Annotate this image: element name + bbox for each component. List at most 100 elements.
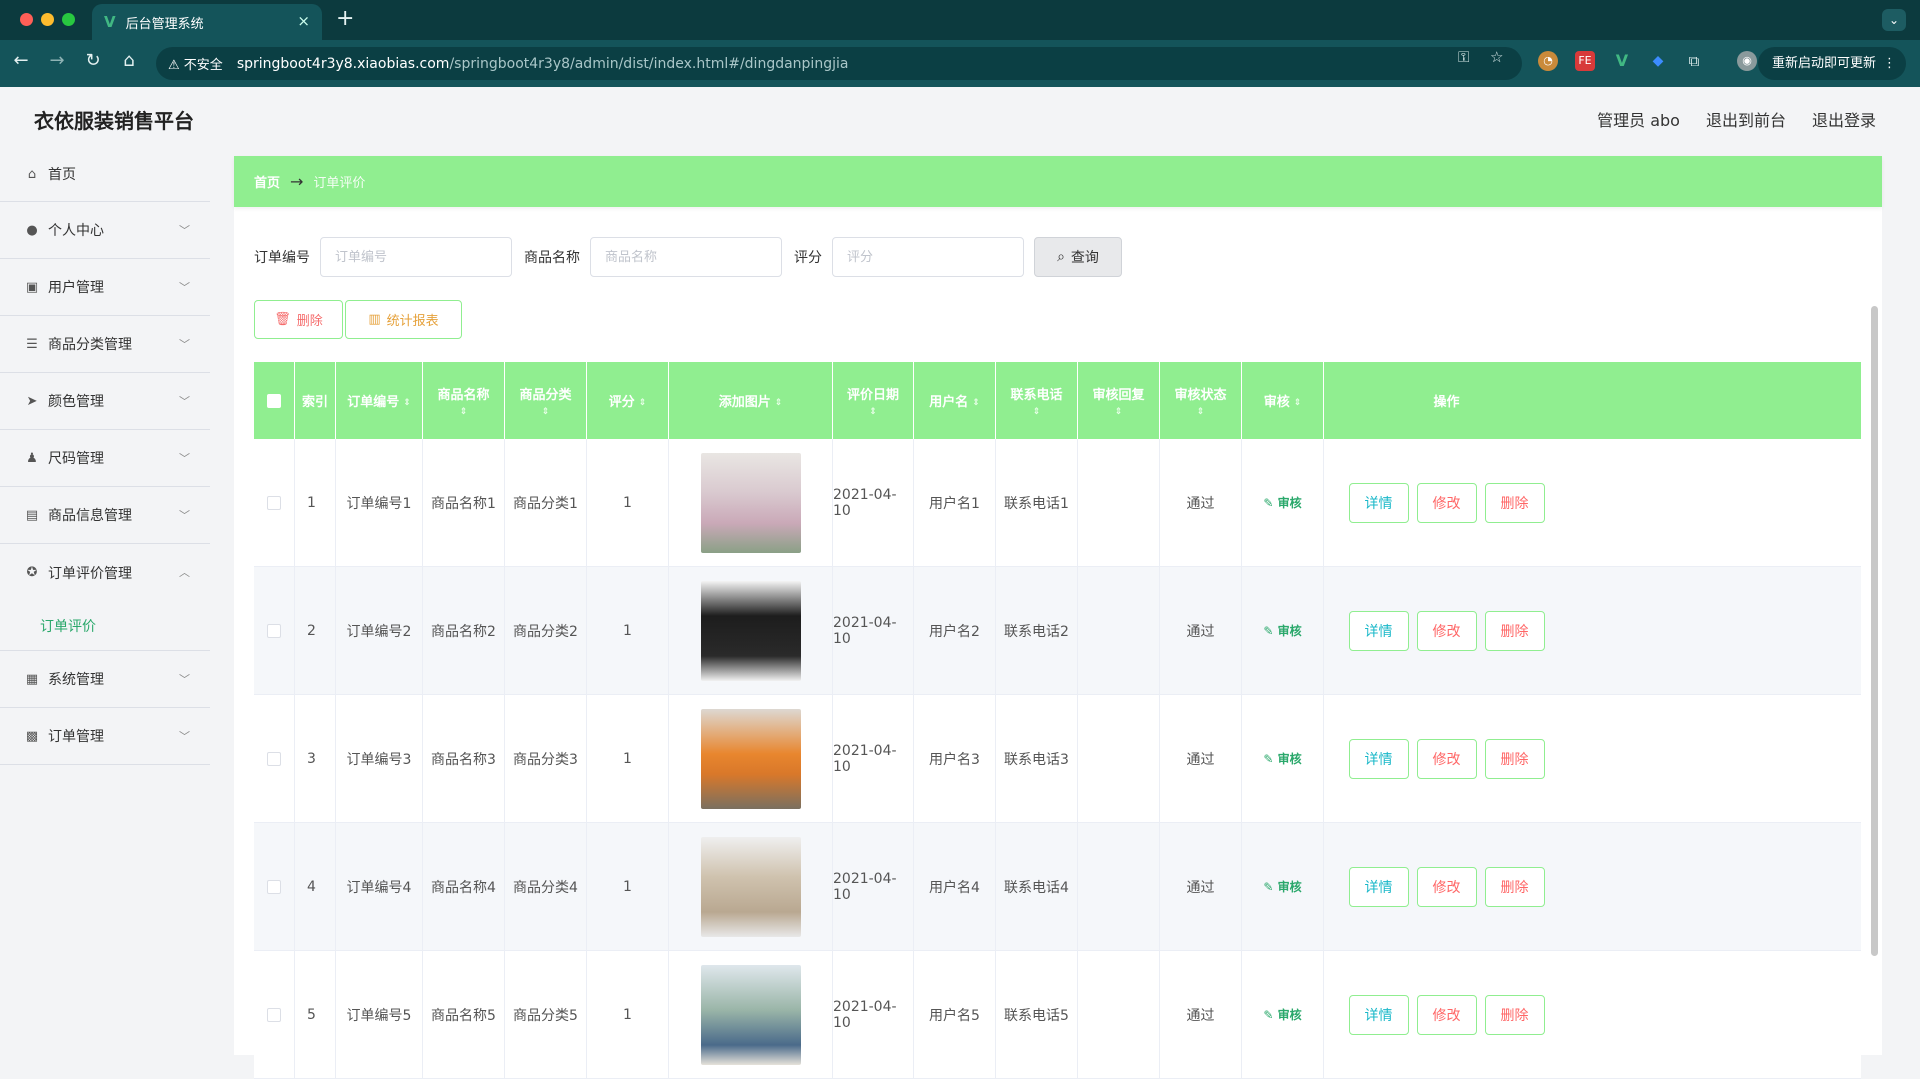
product-photo[interactable] (700, 580, 801, 681)
detail-button[interactable]: 详情 (1348, 610, 1409, 651)
breadcrumb-home[interactable]: 首页 (254, 172, 280, 191)
column-header-image[interactable]: 添加图片 ⇕ (669, 362, 833, 439)
extension-vue-icon[interactable]: V (1612, 51, 1632, 71)
address-bar[interactable]: ⚠ 不安全 springboot4r3y8.xiaobias.com/sprin… (156, 47, 1522, 80)
bookmark-star-icon[interactable]: ☆ (1490, 48, 1503, 66)
select-all-header[interactable] (254, 362, 295, 439)
detail-button[interactable]: 详情 (1348, 738, 1409, 779)
edit-button[interactable]: 修改 (1416, 610, 1477, 651)
product-photo[interactable] (700, 964, 801, 1065)
reload-icon[interactable]: ↻ (80, 50, 106, 71)
column-header-product-name[interactable]: 商品名称 ⇕ (423, 362, 505, 439)
delete-button[interactable]: 删除 (1484, 994, 1545, 1035)
password-key-icon[interactable]: ⚿ (1458, 48, 1469, 66)
column-header-category[interactable]: 商品分类 ⇕ (505, 362, 587, 439)
sidebar-item-personal-center[interactable]: ● 个人中心 ﹀ (0, 202, 210, 259)
vertical-scrollbar[interactable] (1871, 306, 1878, 956)
sort-icon[interactable]: ⇕ (869, 407, 877, 417)
delete-button[interactable]: 删除 (1484, 738, 1545, 779)
column-header-review-date[interactable]: 评价日期 ⇕ (833, 362, 914, 439)
product-photo[interactable] (700, 836, 801, 937)
score-input[interactable] (832, 237, 1024, 277)
sidebar-item-user-management[interactable]: ▣ 用户管理 ﹀ (0, 259, 210, 316)
audit-link[interactable]: ✎ 审核 (1263, 494, 1301, 511)
column-header-score[interactable]: 评分 ⇕ (587, 362, 669, 439)
sidebar-item-size-management[interactable]: ♟ 尺码管理 ﹀ (0, 430, 210, 487)
sort-icon[interactable]: ⇕ (1197, 407, 1205, 417)
forward-icon[interactable]: → (44, 50, 70, 71)
browser-tab[interactable]: V 后台管理系统 × (92, 4, 322, 40)
column-header-username[interactable]: 用户名 ⇕ (914, 362, 996, 439)
product-photo[interactable] (700, 708, 801, 809)
order-number-input[interactable] (320, 237, 512, 277)
sort-icon[interactable]: ⇕ (1294, 398, 1302, 408)
edit-button[interactable]: 修改 (1416, 738, 1477, 779)
delete-button[interactable]: 删除 (1484, 866, 1545, 907)
detail-button[interactable]: 详情 (1348, 482, 1409, 523)
audit-link[interactable]: ✎ 审核 (1263, 750, 1301, 767)
sort-icon[interactable]: ⇕ (972, 398, 980, 408)
edit-button[interactable]: 修改 (1416, 994, 1477, 1035)
extension-avatar-icon[interactable]: ◔ (1538, 51, 1558, 71)
row-checkbox[interactable] (267, 495, 281, 510)
audit-label: 审核 (1277, 1008, 1302, 1022)
product-name-input[interactable] (590, 237, 782, 277)
extension-fe-icon[interactable]: FE (1575, 51, 1595, 71)
column-header-audit-reply[interactable]: 审核回复 ⇕ (1078, 362, 1160, 439)
extension-diamond-icon[interactable]: ◆ (1648, 51, 1668, 71)
column-header-audit-status[interactable]: 审核状态 ⇕ (1160, 362, 1242, 439)
exit-to-frontend-link[interactable]: 退出到前台 (1706, 107, 1786, 131)
audit-link[interactable]: ✎ 审核 (1263, 622, 1301, 639)
batch-delete-button[interactable]: 🗑 删除 (254, 300, 343, 339)
sidebar-item-order-management[interactable]: ▩ 订单管理 ﹀ (0, 708, 210, 765)
detail-button[interactable]: 详情 (1348, 994, 1409, 1035)
row-checkbox[interactable] (267, 623, 281, 638)
sort-icon[interactable]: ⇕ (542, 407, 550, 417)
row-checkbox[interactable] (267, 751, 281, 766)
close-window-icon[interactable] (20, 13, 33, 26)
extensions-puzzle-icon[interactable]: ⧉ (1684, 51, 1704, 71)
row-checkbox[interactable] (267, 1007, 281, 1022)
minimize-window-icon[interactable] (41, 13, 54, 26)
sort-icon[interactable]: ⇕ (775, 398, 783, 408)
more-menu-icon[interactable]: ⋮ (1883, 47, 1896, 80)
product-photo[interactable] (700, 452, 801, 553)
tab-search-icon[interactable]: ⌄ (1882, 9, 1906, 31)
edit-button[interactable]: 修改 (1416, 866, 1477, 907)
profile-avatar-icon[interactable]: ◉ (1737, 51, 1757, 71)
sidebar-item-color-management[interactable]: ➤ 颜色管理 ﹀ (0, 373, 210, 430)
row-checkbox-cell (254, 567, 295, 694)
sidebar-item-system-management[interactable]: ▦ 系统管理 ﹀ (0, 651, 210, 708)
maximize-window-icon[interactable] (62, 13, 75, 26)
delete-button[interactable]: 删除 (1484, 482, 1545, 523)
update-button[interactable]: 重新启动即可更新 ⋮ (1757, 47, 1906, 80)
delete-button[interactable]: 删除 (1484, 610, 1545, 651)
new-tab-button[interactable]: + (336, 7, 354, 31)
sort-icon[interactable]: ⇕ (639, 398, 647, 408)
select-all-checkbox[interactable] (267, 393, 281, 408)
audit-link[interactable]: ✎ 审核 (1263, 878, 1301, 895)
query-button[interactable]: ⌕ 查询 (1034, 237, 1122, 277)
sidebar-item-review-management[interactable]: ✪ 订单评价管理 ︿ (0, 544, 210, 601)
not-secure-badge[interactable]: ⚠ 不安全 (168, 54, 223, 73)
sort-icon[interactable]: ⇕ (460, 407, 468, 417)
back-icon[interactable]: ← (8, 50, 34, 71)
audit-link[interactable]: ✎ 审核 (1263, 1006, 1301, 1023)
row-checkbox[interactable] (267, 879, 281, 894)
column-header-phone[interactable]: 联系电话 ⇕ (996, 362, 1078, 439)
sidebar-subitem-order-review[interactable]: 订单评价 (0, 601, 210, 651)
logout-link[interactable]: 退出登录 (1812, 107, 1876, 131)
column-header-order-number[interactable]: 订单编号 ⇕ (336, 362, 423, 439)
sidebar-item-category-management[interactable]: ☰ 商品分类管理 ﹀ (0, 316, 210, 373)
detail-button[interactable]: 详情 (1348, 866, 1409, 907)
column-header-audit[interactable]: 审核 ⇕ (1242, 362, 1324, 439)
tab-close-icon[interactable]: × (297, 12, 310, 30)
sort-icon[interactable]: ⇕ (1115, 407, 1123, 417)
edit-button[interactable]: 修改 (1416, 482, 1477, 523)
sidebar-item-home[interactable]: ⌂ 首页 (0, 147, 210, 202)
statistics-report-button[interactable]: ▥ 统计报表 (345, 300, 462, 339)
sort-icon[interactable]: ⇕ (403, 398, 411, 408)
home-icon[interactable]: ⌂ (116, 50, 142, 71)
sidebar-item-product-management[interactable]: ▤ 商品信息管理 ﹀ (0, 487, 210, 544)
sort-icon[interactable]: ⇕ (1033, 407, 1041, 417)
